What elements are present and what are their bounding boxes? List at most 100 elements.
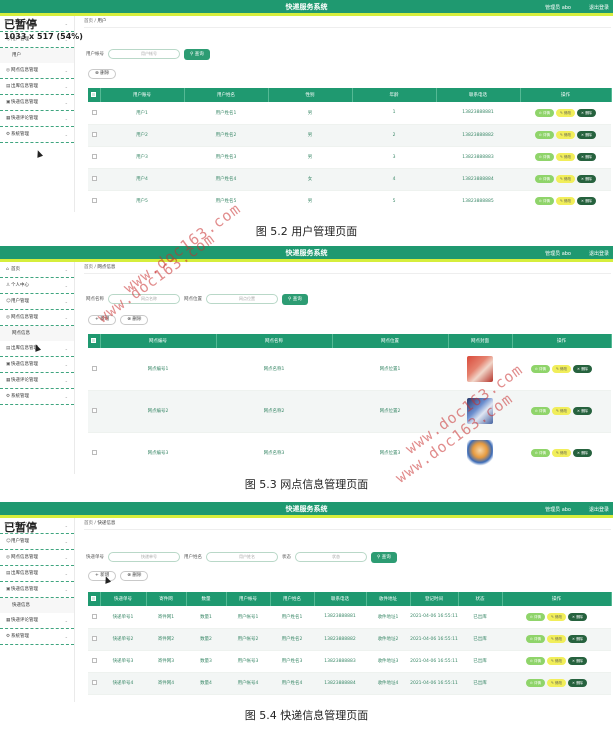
detail-button[interactable]: ⊙ 详情: [530, 449, 550, 457]
search-button[interactable]: ⚲ 查询: [184, 48, 210, 60]
detail-button[interactable]: ⊙ 详情: [530, 364, 550, 373]
search-button[interactable]: ⚲ 查询: [282, 293, 308, 305]
select-all-checkbox[interactable]: [91, 596, 97, 601]
sidebar-item[interactable]: ⌂ 首页 ⌄: [0, 262, 74, 278]
edit-button[interactable]: ✎ 修改: [555, 153, 576, 161]
search-button[interactable]: ⚲ 查询: [371, 551, 397, 563]
sidebar-item[interactable]: ◎网点信息管理 ⌄: [0, 550, 74, 566]
delete-button[interactable]: ⊗ 删除: [88, 69, 117, 79]
breadcrumb-home[interactable]: 首页: [84, 521, 93, 526]
logout-link[interactable]: 退出登录: [589, 4, 609, 11]
delete-row-button[interactable]: ✕ 删除: [568, 612, 588, 621]
sidebar-item[interactable]: ◎网点信息管理 ⌄: [0, 63, 74, 79]
user-name-input[interactable]: 用户姓名: [206, 552, 278, 562]
sidebar-subitem[interactable]: 网点信息: [0, 326, 74, 341]
row-select-cell[interactable]: [88, 672, 100, 695]
delete-row-button[interactable]: ✕ 删除: [568, 635, 588, 643]
detail-button[interactable]: ⊙ 详情: [525, 679, 545, 687]
detail-button[interactable]: ⊙ 详情: [530, 407, 550, 415]
sidebar-item[interactable]: ◎网点信息管理 ⌄: [0, 310, 74, 326]
row-select-cell[interactable]: [88, 168, 100, 191]
account-search-input[interactable]: 用户帐号: [108, 49, 180, 59]
edit-button[interactable]: ✎ 修改: [555, 108, 576, 117]
select-all-checkbox[interactable]: [91, 92, 97, 97]
sidebar-item[interactable]: ☺用户管理 ⌄: [0, 534, 74, 550]
row-checkbox[interactable]: [91, 450, 97, 455]
sidebar-item[interactable]: ▤出库信息管理 ⌄: [0, 79, 74, 95]
detail-button[interactable]: ⊙ 详情: [525, 635, 545, 643]
delete-row-button[interactable]: ✕ 删除: [573, 407, 593, 415]
tracking-number-input[interactable]: 快递单号: [108, 552, 180, 562]
detail-button[interactable]: ⊙ 详情: [534, 108, 554, 117]
sidebar-item[interactable]: ⚙系统管理 ⌄: [0, 127, 74, 143]
sidebar-item[interactable]: ▣快递信息管理 ⌄: [0, 95, 74, 111]
row-select-cell[interactable]: [88, 348, 100, 391]
delete-row-button[interactable]: ✕ 删除: [577, 108, 597, 117]
sidebar-item[interactable]: ⚙系统管理 ⌄: [0, 629, 74, 645]
detail-button[interactable]: ⊙ 详情: [534, 197, 554, 205]
delete-button[interactable]: ⊗ 删除: [120, 571, 149, 581]
detail-button[interactable]: ⊙ 详情: [525, 612, 545, 621]
detail-button[interactable]: ⊙ 详情: [525, 657, 545, 665]
outlet-location-input[interactable]: 网点位置: [206, 294, 278, 304]
logout-link[interactable]: 退出登录: [589, 250, 609, 257]
edit-button[interactable]: ✎ 修改: [551, 449, 572, 457]
select-all-checkbox[interactable]: [91, 338, 97, 343]
sidebar-item[interactable]: ⚙系统管理 ⌄: [0, 389, 74, 405]
row-checkbox[interactable]: [91, 658, 97, 663]
row-select-cell[interactable]: [88, 606, 100, 629]
row-checkbox[interactable]: [91, 198, 97, 203]
delete-row-button[interactable]: ✕ 删除: [573, 364, 593, 373]
row-checkbox[interactable]: [91, 154, 97, 159]
row-checkbox[interactable]: [91, 680, 97, 685]
logout-link[interactable]: 退出登录: [589, 506, 609, 513]
sidebar-item[interactable]: ▦快递评论管理 ⌄: [0, 613, 74, 629]
edit-button[interactable]: ✎ 修改: [546, 657, 567, 665]
delete-row-button[interactable]: ✕ 删除: [568, 679, 588, 687]
edit-button[interactable]: ✎ 修改: [555, 175, 576, 183]
edit-button[interactable]: ✎ 修改: [555, 197, 576, 205]
row-checkbox[interactable]: [91, 365, 97, 371]
add-button[interactable]: + 新增: [88, 571, 117, 581]
row-select-cell[interactable]: [88, 190, 100, 212]
sidebar-item[interactable]: ▣快递信息管理 ⌄: [0, 357, 74, 373]
row-select-cell[interactable]: [88, 124, 100, 147]
edit-button[interactable]: ✎ 修改: [546, 612, 567, 621]
detail-button[interactable]: ⊙ 详情: [534, 153, 554, 161]
row-checkbox[interactable]: [91, 636, 97, 641]
breadcrumb-home[interactable]: 首页: [84, 265, 93, 270]
edit-button[interactable]: ✎ 修改: [546, 679, 567, 687]
delete-row-button[interactable]: ✕ 删除: [577, 131, 597, 139]
edit-button[interactable]: ✎ 修改: [546, 635, 567, 643]
sidebar-subitem[interactable]: 用户: [0, 48, 74, 63]
row-checkbox[interactable]: [91, 613, 97, 619]
edit-button[interactable]: ✎ 修改: [551, 364, 572, 373]
row-select-cell[interactable]: [88, 628, 100, 651]
delete-button[interactable]: ⊗ 删除: [120, 315, 149, 325]
edit-button[interactable]: ✎ 修改: [551, 407, 572, 415]
delete-row-button[interactable]: ✕ 删除: [573, 449, 593, 457]
row-select-cell[interactable]: [88, 432, 100, 474]
sidebar-item[interactable]: ☺用户管理 ⌄: [0, 294, 74, 310]
sidebar-subitem[interactable]: 快递信息: [0, 598, 74, 613]
row-select-cell[interactable]: [88, 650, 100, 673]
row-checkbox[interactable]: [91, 132, 97, 137]
row-checkbox[interactable]: [91, 109, 97, 115]
sidebar-item[interactable]: ▦快递评论管理 ⌄: [0, 373, 74, 389]
status-input[interactable]: 状态: [295, 552, 367, 562]
sidebar-item[interactable]: ♙个人中心 ⌄: [0, 278, 74, 294]
edit-button[interactable]: ✎ 修改: [555, 131, 576, 139]
sidebar-item[interactable]: ▦快递评论管理 ⌄: [0, 111, 74, 127]
delete-row-button[interactable]: ✕ 删除: [577, 175, 597, 183]
select-all-cell[interactable]: [88, 334, 101, 348]
sidebar-item[interactable]: ▤出库信息管理 ⌄: [0, 566, 74, 582]
delete-row-button[interactable]: ✕ 删除: [568, 657, 588, 665]
row-checkbox[interactable]: [91, 408, 97, 413]
delete-row-button[interactable]: ✕ 删除: [577, 153, 597, 161]
detail-button[interactable]: ⊙ 详情: [534, 131, 554, 139]
row-select-cell[interactable]: [88, 390, 100, 433]
row-select-cell[interactable]: [88, 102, 100, 125]
delete-row-button[interactable]: ✕ 删除: [577, 197, 597, 205]
breadcrumb-home[interactable]: 首页: [84, 19, 93, 24]
row-checkbox[interactable]: [91, 176, 97, 181]
